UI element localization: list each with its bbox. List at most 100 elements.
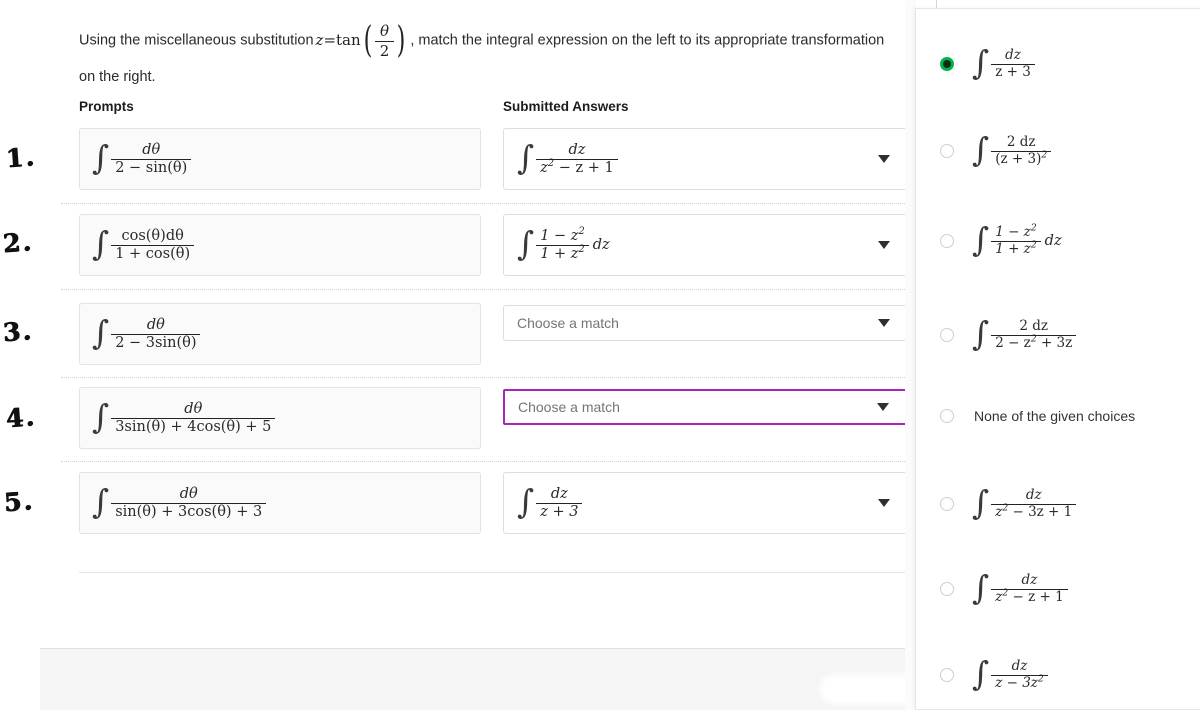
integral-sign: ∫ bbox=[972, 653, 990, 693]
fraction: dz z + 3 bbox=[991, 48, 1035, 79]
page-root: 1. 2. 3. 4. 5. Using the miscellaneous s… bbox=[0, 0, 1200, 710]
den-exponent: 2 bbox=[578, 243, 585, 255]
answer-dropdown-4[interactable]: Choose a match bbox=[503, 389, 908, 425]
fraction: 1 − z2 1 + z2 bbox=[991, 224, 1041, 257]
num-base: 1 − z bbox=[540, 228, 579, 245]
fraction-denominator: z2 − z + 1 bbox=[991, 588, 1067, 605]
fraction: 2 dz (z + 3)2 bbox=[991, 135, 1052, 167]
option-expression-4: ∫ 2 dz 2 − z2 + 3z bbox=[972, 313, 1077, 353]
num-base: 1 − z bbox=[995, 224, 1031, 241]
integral-sign: ∫ bbox=[92, 481, 110, 521]
dropdown-option-3[interactable]: ∫ 1 − z2 1 + z2 dz bbox=[916, 212, 1200, 270]
dropdown-option-2[interactable]: ∫ 2 dz (z + 3)2 bbox=[916, 122, 1200, 180]
den-tail: − z + 1 bbox=[1008, 588, 1064, 605]
fraction-numerator: cos(θ)dθ bbox=[111, 228, 195, 246]
integral-sign: ∫ bbox=[972, 219, 990, 259]
integral-sign: ∫ bbox=[92, 396, 110, 436]
dropdown-options-panel[interactable]: ∫ dz z + 3 ∫ 2 dz (z + 3)2 ∫ 1 − z2 1 + … bbox=[915, 8, 1200, 710]
row-separator bbox=[61, 377, 909, 378]
radio-icon[interactable] bbox=[940, 582, 954, 596]
integral-sign: ∫ bbox=[517, 481, 535, 521]
integral-sign: ∫ bbox=[972, 129, 990, 169]
row-separator bbox=[61, 203, 909, 204]
radio-icon[interactable] bbox=[940, 144, 954, 158]
fraction: dz z2 − z + 1 bbox=[991, 573, 1068, 605]
den-exponent: 2 bbox=[1041, 149, 1048, 160]
chevron-down-icon[interactable] bbox=[878, 319, 890, 327]
matching-rows: ∫ dθ 2 − sin(θ) ∫ dz z2 − z + 1 ∫ cos(θ)… bbox=[0, 0, 912, 710]
fraction-numerator: dz bbox=[536, 486, 583, 504]
den-base: z − 3z bbox=[995, 674, 1038, 691]
chevron-down-icon[interactable] bbox=[877, 403, 889, 411]
radio-icon[interactable] bbox=[940, 234, 954, 248]
dropdown-option-4[interactable]: ∫ 2 dz 2 − z2 + 3z bbox=[916, 306, 1200, 364]
radio-icon-selected[interactable] bbox=[940, 57, 954, 71]
radio-icon[interactable] bbox=[940, 328, 954, 342]
fraction: cos(θ)dθ 1 + cos(θ) bbox=[111, 228, 195, 262]
fraction-denominator: z + 3 bbox=[995, 63, 1031, 80]
section-divider bbox=[79, 572, 908, 573]
chevron-down-icon[interactable] bbox=[878, 155, 890, 163]
answer-expression-2: ∫ 1 − z2 1 + z2 dz bbox=[517, 223, 610, 263]
radio-icon[interactable] bbox=[940, 409, 954, 423]
prompt-cell-3: ∫ dθ 2 − 3sin(θ) bbox=[79, 303, 481, 365]
answer-dropdown-2[interactable]: ∫ 1 − z2 1 + z2 dz bbox=[503, 214, 908, 276]
chevron-down-icon[interactable] bbox=[878, 499, 890, 507]
answer-expression-5: ∫ dz z + 3 bbox=[517, 481, 583, 521]
den-exponent: 2 bbox=[1037, 673, 1044, 684]
integral-sign: ∫ bbox=[972, 482, 990, 522]
dropdown-option-6[interactable]: ∫ dz z2 − 3z + 1 bbox=[916, 475, 1200, 533]
integral-sign: ∫ bbox=[92, 312, 110, 352]
integral-sign: ∫ bbox=[972, 313, 990, 353]
option-expression-1: ∫ dz z + 3 bbox=[972, 45, 1035, 79]
fraction-denominator: 2 − z2 + 3z bbox=[991, 334, 1076, 351]
option-expression-8: ∫ dz z − 3z2 bbox=[972, 653, 1048, 693]
fraction: dθ 3sin(θ) + 4cos(θ) + 5 bbox=[111, 401, 276, 435]
fraction: dθ 2 − 3sin(θ) bbox=[111, 317, 201, 351]
prompt-cell-2: ∫ cos(θ)dθ 1 + cos(θ) bbox=[79, 214, 481, 276]
answer-dropdown-1[interactable]: ∫ dz z2 − z + 1 bbox=[503, 128, 908, 190]
prompt-expression-2: ∫ cos(θ)dθ 1 + cos(θ) bbox=[92, 226, 195, 262]
answer-dropdown-5[interactable]: ∫ dz z + 3 bbox=[503, 472, 908, 534]
prompt-cell-1: ∫ dθ 2 − sin(θ) bbox=[79, 128, 481, 190]
fraction-denominator: z2 − z + 1 bbox=[536, 158, 618, 176]
radio-icon[interactable] bbox=[940, 668, 954, 682]
fraction-numerator: dθ bbox=[111, 317, 201, 335]
chevron-down-icon[interactable] bbox=[878, 241, 890, 249]
radio-icon[interactable] bbox=[940, 497, 954, 511]
prompt-expression-1: ∫ dθ 2 − sin(θ) bbox=[92, 140, 192, 176]
fraction-denominator: (z + 3)2 bbox=[991, 149, 1051, 167]
den-tail: − 3z + 1 bbox=[1008, 503, 1073, 520]
fraction-numerator: dθ bbox=[111, 142, 192, 160]
den-base: 1 + z bbox=[540, 245, 579, 262]
prompt-expression-4: ∫ dθ 3sin(θ) + 4cos(θ) + 5 bbox=[92, 396, 276, 436]
integral-sign: ∫ bbox=[517, 223, 535, 263]
dropdown-option-8[interactable]: ∫ dz z − 3z2 bbox=[916, 646, 1200, 704]
fraction-denominator: 2 − 3sin(θ) bbox=[115, 334, 197, 351]
row-separator bbox=[61, 461, 909, 462]
option-label-5: None of the given choices bbox=[974, 408, 1136, 424]
prompt-expression-3: ∫ dθ 2 − 3sin(θ) bbox=[92, 312, 201, 352]
fraction-denominator: sin(θ) + 3cos(θ) + 3 bbox=[115, 503, 263, 520]
fraction: 2 dz 2 − z2 + 3z bbox=[991, 319, 1077, 351]
den-base: 2 − z bbox=[995, 334, 1031, 351]
option-expression-7: ∫ dz z2 − z + 1 bbox=[972, 570, 1068, 605]
dropdown-option-5[interactable]: None of the given choices bbox=[916, 399, 1200, 433]
option-expression-6: ∫ dz z2 − 3z + 1 bbox=[972, 482, 1077, 522]
dropdown-option-7[interactable]: ∫ dz z2 − z + 1 bbox=[916, 560, 1200, 618]
answer-dropdown-3[interactable]: Choose a match bbox=[503, 305, 908, 341]
den-base: (z + 3) bbox=[995, 150, 1042, 167]
fraction: dz z2 − 3z + 1 bbox=[991, 488, 1077, 520]
fraction-denominator: 1 + z2 bbox=[991, 239, 1040, 257]
row-separator bbox=[61, 289, 909, 290]
answer-placeholder-4: Choose a match bbox=[518, 399, 620, 415]
option-expression-3: ∫ 1 − z2 1 + z2 dz bbox=[972, 219, 1062, 259]
footer-bar bbox=[40, 648, 912, 710]
prompt-cell-5: ∫ dθ sin(θ) + 3cos(θ) + 3 bbox=[79, 472, 481, 534]
den-exponent: 2 bbox=[1030, 239, 1037, 250]
fraction-denominator: 2 − sin(θ) bbox=[115, 159, 188, 176]
den-tail: − z + 1 bbox=[554, 159, 614, 176]
prompt-expression-5: ∫ dθ sin(θ) + 3cos(θ) + 3 bbox=[92, 481, 267, 521]
fraction-denominator: z − 3z2 bbox=[991, 673, 1048, 691]
dropdown-option-1[interactable]: ∫ dz z + 3 bbox=[916, 35, 1200, 93]
